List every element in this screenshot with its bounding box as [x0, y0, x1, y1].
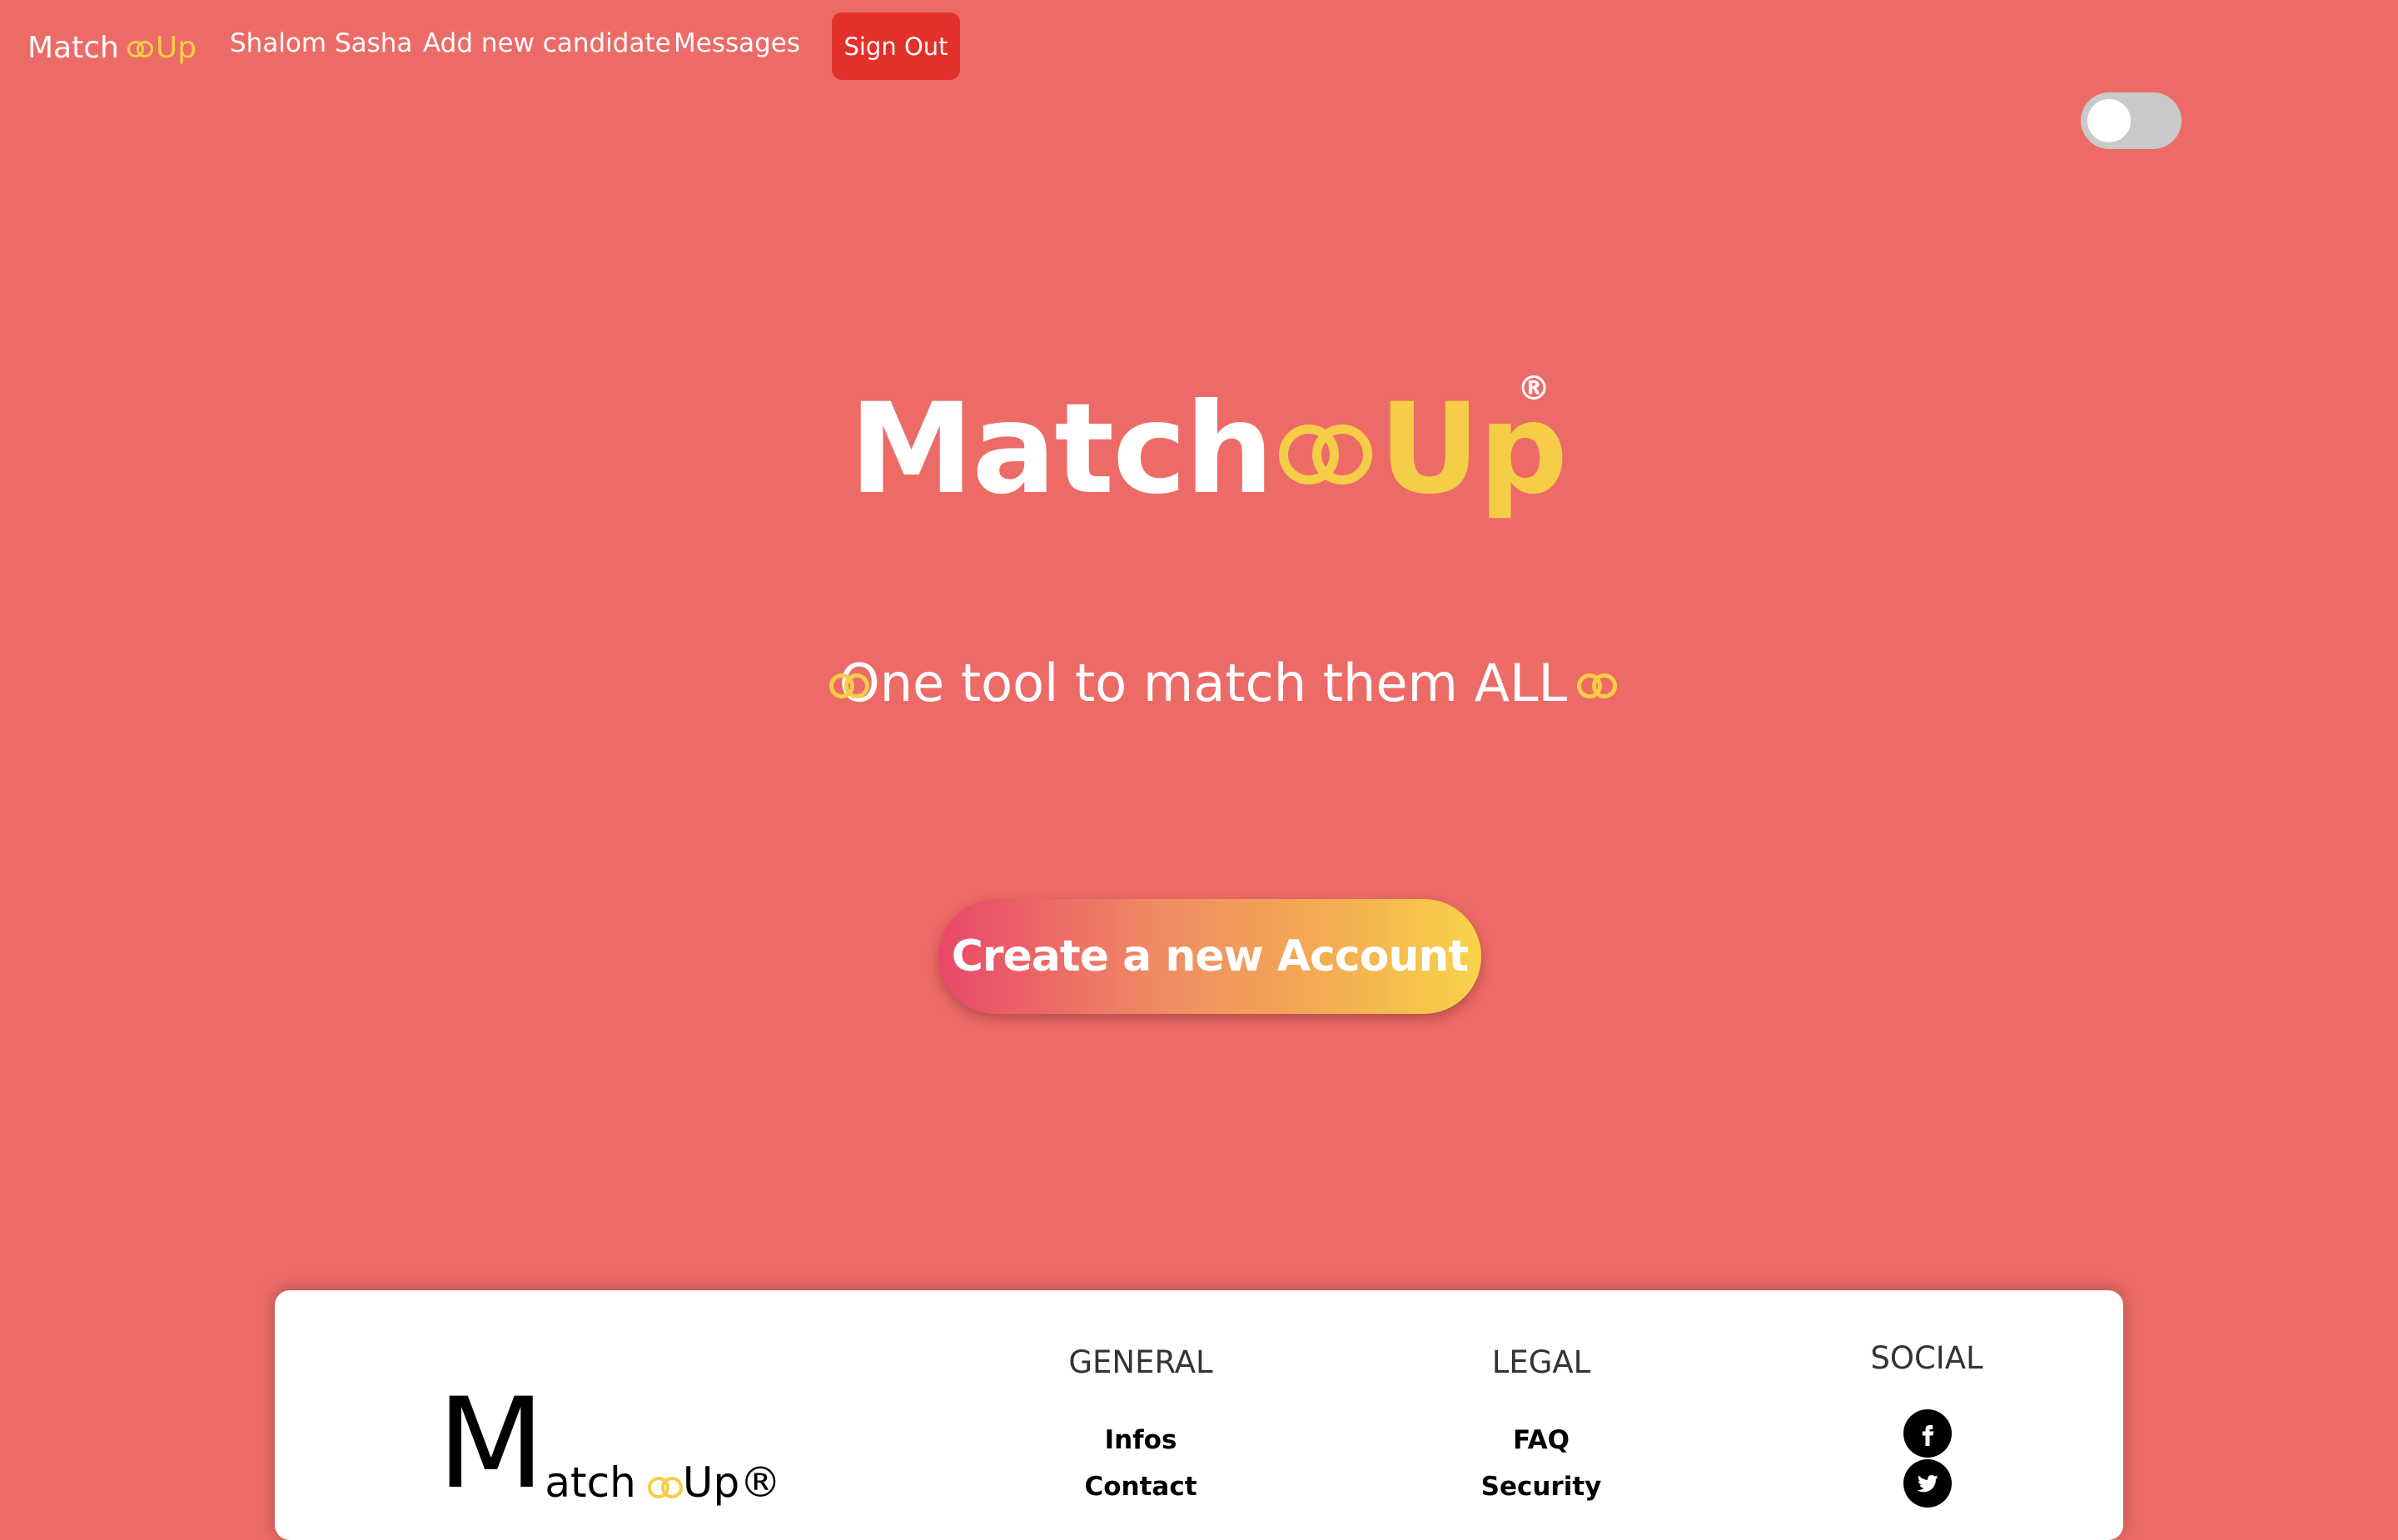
footer-heading-social: SOCIAL — [1870, 1340, 1983, 1376]
toggle-knob — [2087, 99, 2131, 142]
tagline-text: One tool to match them ALL — [838, 652, 1568, 713]
nav-link-add-candidate[interactable]: Add new candidate — [423, 28, 671, 58]
footer: Match Up® GENERAL Infos Contact LEGAL FAQ… — [275, 1290, 2123, 1540]
brand-word-match: Match — [27, 30, 119, 65]
footer-link-faq[interactable]: FAQ — [1513, 1425, 1570, 1455]
hero-word-match: Match — [849, 377, 1274, 522]
navbar: Match Up Shalom Sasha Add new candidate … — [0, 0, 2398, 93]
hero-logo: Match Up — [849, 375, 1568, 524]
footer-logo-initial: M — [437, 1372, 545, 1517]
rings-icon — [1276, 417, 1376, 492]
registered-mark: ® — [1517, 370, 1550, 408]
footer-link-infos[interactable]: Infos — [1105, 1425, 1177, 1455]
create-account-button[interactable]: Create a new Account — [938, 899, 1481, 1014]
rings-icon — [127, 40, 154, 58]
nav-link-profile[interactable]: Shalom Sasha — [230, 28, 412, 58]
brand-word-up: Up — [155, 30, 197, 65]
footer-logo-rest: atch — [545, 1458, 636, 1507]
footer-link-contact[interactable]: Contact — [1084, 1472, 1197, 1502]
footer-logo: Match Up® — [437, 1382, 781, 1507]
footer-link-security[interactable]: Security — [1481, 1472, 1602, 1502]
brand-logo[interactable]: Match Up — [27, 27, 197, 67]
sign-out-button[interactable]: Sign Out — [832, 12, 960, 80]
footer-heading-general: GENERAL — [1068, 1344, 1213, 1380]
tagline: One tool to match them ALL — [820, 649, 1618, 716]
footer-heading-legal: LEGAL — [1491, 1344, 1591, 1380]
theme-toggle[interactable] — [2081, 92, 2182, 149]
facebook-icon[interactable] — [1903, 1409, 1952, 1458]
footer-logo-up: Up® — [682, 1458, 782, 1507]
twitter-icon[interactable] — [1903, 1459, 1952, 1508]
rings-icon — [647, 1475, 683, 1500]
nav-link-messages[interactable]: Messages — [674, 28, 800, 58]
